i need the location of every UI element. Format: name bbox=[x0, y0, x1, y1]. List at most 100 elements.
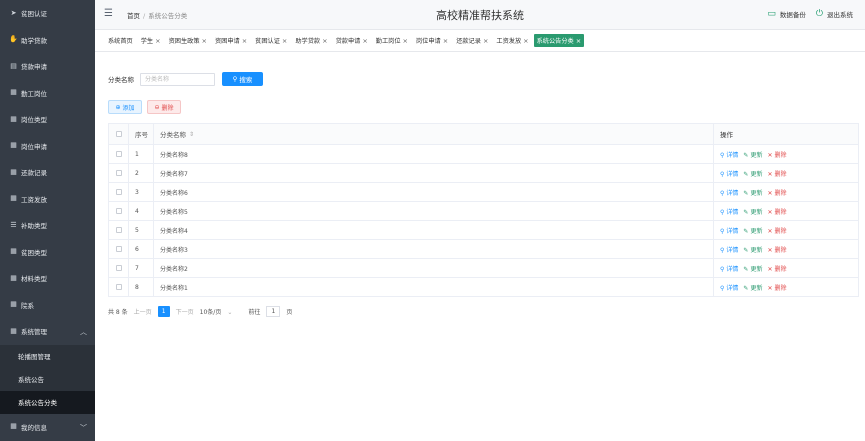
sidebar-item-3[interactable]: ▦ 勤工岗位 bbox=[0, 80, 95, 107]
sidebar-item-9[interactable]: ▦ 贫困类型 bbox=[0, 239, 95, 266]
close-icon[interactable]: × bbox=[155, 37, 160, 45]
sidebar-item-11[interactable]: ▦ 院系 bbox=[0, 292, 95, 319]
sidebar-subitem-0[interactable]: 轮播图管理 bbox=[0, 345, 95, 368]
add-button[interactable]: ⊕ 添加 bbox=[108, 100, 142, 114]
row-checkbox[interactable] bbox=[115, 227, 122, 233]
top-header: ☰ 首页 / 系统公告分类 高校精准帮扶系统 ▭ 数据备份 ⏻ 退出系统 bbox=[95, 0, 865, 30]
close-icon[interactable]: × bbox=[483, 37, 488, 45]
delete-link[interactable]: ✕ 删除 bbox=[767, 245, 786, 254]
edit-link[interactable]: ✎ 更新 bbox=[743, 150, 762, 159]
sort-icon[interactable]: ⇕ bbox=[189, 131, 194, 138]
pager-page-current[interactable]: 1 bbox=[157, 306, 170, 317]
detail-link[interactable]: ⚲ 详情 bbox=[720, 245, 738, 254]
tab-7[interactable]: 勤工岗位 × bbox=[373, 34, 411, 47]
search-input[interactable]: 分类名称 bbox=[140, 72, 215, 86]
backup-link[interactable]: 数据备份 bbox=[780, 9, 806, 19]
tab-0[interactable]: 系统首页 bbox=[105, 34, 136, 47]
delete-link[interactable]: ✕ 删除 bbox=[767, 150, 786, 159]
delete-link[interactable]: ✕ 删除 bbox=[767, 264, 786, 273]
edit-link[interactable]: ✎ 更新 bbox=[743, 283, 762, 292]
edit-link[interactable]: ✎ 更新 bbox=[743, 207, 762, 216]
detail-label: 详情 bbox=[726, 170, 739, 178]
sidebar-item-1[interactable]: ✋ 助学贷款 bbox=[0, 27, 95, 54]
tab-5[interactable]: 助学贷款 × bbox=[292, 34, 330, 47]
breadcrumb: 首页 / 系统公告分类 bbox=[127, 10, 187, 20]
header-name[interactable]: 分类名称 ⇕ bbox=[154, 124, 714, 144]
delete-link[interactable]: ✕ 删除 bbox=[767, 207, 786, 216]
row-checkbox[interactable] bbox=[115, 189, 122, 195]
search-button[interactable]: ⚲ 搜索 bbox=[222, 72, 263, 86]
tab-11[interactable]: 系统公告分类 × bbox=[533, 34, 585, 47]
edit-link[interactable]: ✎ 更新 bbox=[743, 226, 762, 235]
close-icon[interactable]: × bbox=[362, 37, 367, 45]
close-icon[interactable]: × bbox=[322, 37, 327, 45]
edit-link[interactable]: ✎ 更新 bbox=[743, 169, 762, 178]
row-checkbox[interactable] bbox=[115, 265, 122, 271]
detail-link[interactable]: ⚲ 详情 bbox=[720, 150, 738, 159]
sliders-icon: ☰ bbox=[10, 220, 17, 229]
row-checkbox[interactable] bbox=[115, 246, 122, 252]
delete-link[interactable]: ✕ 删除 bbox=[767, 169, 786, 178]
sidebar-item-2[interactable]: ▤ 贷款申请 bbox=[0, 53, 95, 80]
pager-prev-button[interactable]: 上一页 bbox=[134, 307, 152, 316]
page-size-select[interactable]: 10条/页 ⌄ bbox=[200, 307, 233, 316]
edit-link[interactable]: ✎ 更新 bbox=[743, 264, 762, 273]
pager-jump-unit: 页 bbox=[286, 309, 293, 316]
edit-link[interactable]: ✎ 更新 bbox=[743, 245, 762, 254]
tab-3[interactable]: 资困申请 × bbox=[212, 34, 250, 47]
menu-toggle-icon[interactable]: ☰ bbox=[104, 8, 113, 19]
delete-link[interactable]: ✕ 删除 bbox=[767, 283, 786, 292]
tab-2[interactable]: 资困生政策 × bbox=[166, 34, 210, 47]
search-form: 分类名称 分类名称 ⚲ 搜索 bbox=[108, 72, 263, 86]
detail-link[interactable]: ⚲ 详情 bbox=[720, 283, 738, 292]
delete-button[interactable]: ⊖ 删除 bbox=[147, 100, 181, 114]
power-icon[interactable]: ⏻ bbox=[816, 9, 823, 19]
tab-10[interactable]: 工资发放 × bbox=[493, 34, 531, 47]
tab-4[interactable]: 贫困认证 × bbox=[252, 34, 290, 47]
detail-link[interactable]: ⚲ 详情 bbox=[720, 207, 738, 216]
row-checkbox[interactable] bbox=[115, 170, 122, 176]
sidebar-item-0[interactable]: ➤ 贫困认证 bbox=[0, 0, 95, 27]
row-checkbox[interactable] bbox=[115, 208, 122, 214]
close-icon[interactable]: × bbox=[242, 37, 247, 45]
detail-link[interactable]: ⚲ 详情 bbox=[720, 188, 738, 197]
detail-link[interactable]: ⚲ 详情 bbox=[720, 264, 738, 273]
row-checkbox[interactable] bbox=[115, 151, 122, 157]
sidebar-item-7[interactable]: ▦ 工资发放 bbox=[0, 186, 95, 213]
sidebar-item-8[interactable]: ☰ 补助类型 bbox=[0, 212, 95, 239]
sidebar-subitem-2[interactable]: 系统公告分类 bbox=[0, 390, 95, 414]
delete-link[interactable]: ✕ 删除 bbox=[767, 188, 786, 197]
row-checkbox[interactable] bbox=[115, 284, 122, 290]
close-icon: ✕ bbox=[767, 265, 773, 273]
document-icon: ▤ bbox=[10, 61, 17, 70]
breadcrumb-home[interactable]: 首页 bbox=[127, 12, 140, 20]
edit-label: 更新 bbox=[750, 227, 763, 235]
logout-link[interactable]: 退出系统 bbox=[827, 9, 853, 19]
monitor-icon[interactable]: ▭ bbox=[767, 9, 776, 19]
delete-link[interactable]: ✕ 删除 bbox=[767, 226, 786, 235]
sidebar-item-6[interactable]: ▦ 还款记录 bbox=[0, 159, 95, 186]
select-all-checkbox[interactable] bbox=[115, 131, 122, 137]
detail-link[interactable]: ⚲ 详情 bbox=[720, 169, 738, 178]
close-icon[interactable]: × bbox=[523, 37, 528, 45]
tab-1[interactable]: 学生 × bbox=[138, 34, 164, 47]
pager-next-button[interactable]: 下一页 bbox=[176, 307, 194, 316]
edit-label: 更新 bbox=[750, 189, 763, 197]
close-icon[interactable]: × bbox=[576, 37, 581, 45]
tab-8[interactable]: 岗位申请 × bbox=[413, 34, 451, 47]
tab-6[interactable]: 贷款申请 × bbox=[333, 34, 371, 47]
tab-9[interactable]: 还款记录 × bbox=[453, 34, 491, 47]
sidebar-item-12[interactable]: ▦ 系统管理 ︿ bbox=[0, 318, 95, 345]
close-icon[interactable]: × bbox=[202, 37, 207, 45]
sidebar-item-my-info[interactable]: ▦ 我的信息 ﹀ bbox=[0, 414, 95, 441]
close-icon[interactable]: × bbox=[443, 37, 448, 45]
pager-jump-input[interactable]: 1 bbox=[266, 306, 281, 317]
close-icon[interactable]: × bbox=[403, 37, 408, 45]
sidebar-item-10[interactable]: ▦ 材料类型 bbox=[0, 265, 95, 292]
sidebar-subitem-1[interactable]: 系统公告 bbox=[0, 368, 95, 391]
sidebar-item-4[interactable]: ▦ 岗位类型 bbox=[0, 106, 95, 133]
close-icon[interactable]: × bbox=[282, 37, 287, 45]
edit-link[interactable]: ✎ 更新 bbox=[743, 188, 762, 197]
detail-link[interactable]: ⚲ 详情 bbox=[720, 226, 738, 235]
sidebar-item-5[interactable]: ▦ 岗位申请 bbox=[0, 133, 95, 160]
